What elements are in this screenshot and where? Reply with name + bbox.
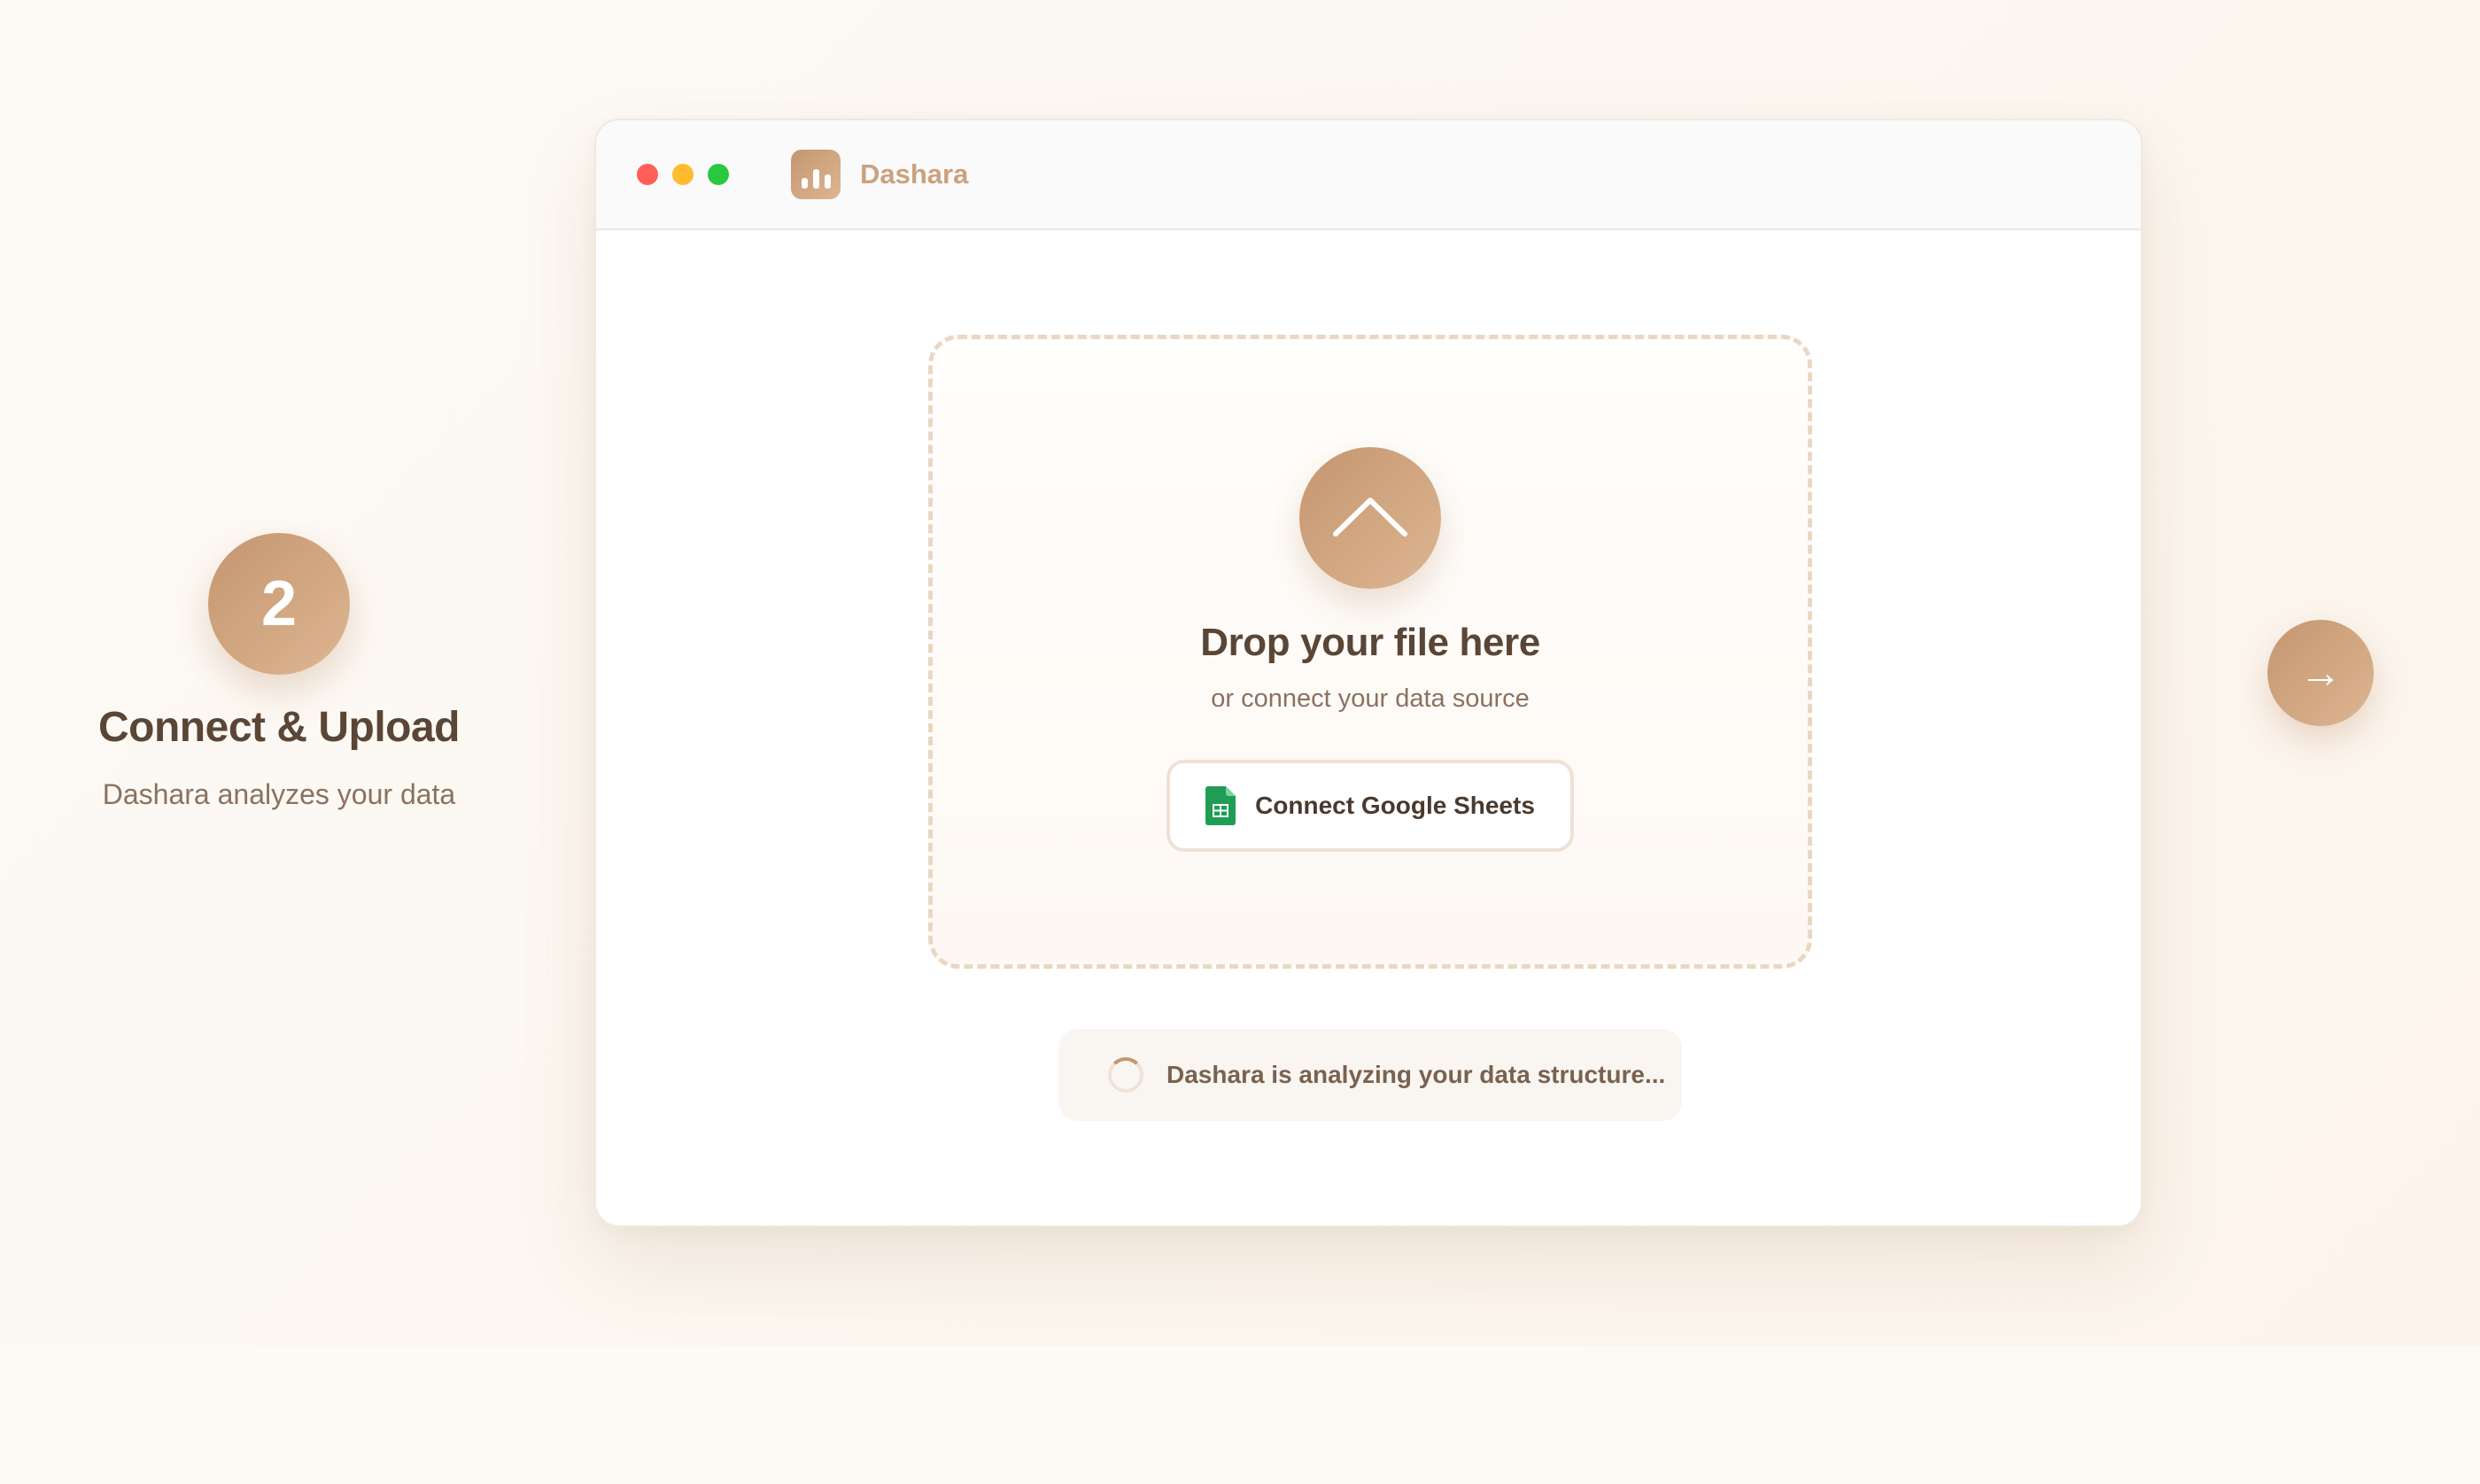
connect-google-sheets-button[interactable]: Connect Google Sheets bbox=[1166, 760, 1574, 852]
bar-chart-icon bbox=[791, 150, 841, 199]
window-titlebar: Dashara bbox=[596, 120, 2141, 230]
step-panel: 2 Connect & Upload Dashara analyzes your… bbox=[53, 533, 505, 811]
step-number-badge: 2 bbox=[208, 533, 350, 675]
window-close-button[interactable] bbox=[637, 164, 658, 185]
window-minimize-button[interactable] bbox=[672, 164, 694, 185]
step-description: Dashara analyzes your data bbox=[102, 778, 456, 810]
analysis-status: Dashara is analyzing your data structure… bbox=[1058, 1029, 1682, 1121]
arrow-right-icon: → bbox=[2299, 649, 2342, 697]
next-step-button[interactable]: → bbox=[2267, 620, 2374, 726]
drop-subtitle: or connect your data source bbox=[1211, 684, 1530, 713]
window-maximize-button[interactable] bbox=[708, 164, 729, 185]
app-window: Dashara Drop your file here or connect y… bbox=[594, 119, 2143, 1227]
spinner-icon bbox=[1108, 1057, 1143, 1093]
status-text: Dashara is analyzing your data structure… bbox=[1166, 1061, 1666, 1088]
step-title: Connect & Upload bbox=[98, 704, 461, 751]
drop-title: Drop your file here bbox=[1200, 621, 1540, 664]
google-sheets-icon bbox=[1205, 786, 1236, 825]
file-drop-zone[interactable]: Drop your file here or connect your data… bbox=[928, 335, 1812, 969]
app-name: Dashara bbox=[860, 158, 969, 189]
connect-button-label: Connect Google Sheets bbox=[1255, 792, 1535, 819]
upload-badge bbox=[1299, 447, 1441, 589]
background-fade bbox=[0, 1346, 2480, 1484]
chevron-up-icon bbox=[1333, 498, 1407, 537]
